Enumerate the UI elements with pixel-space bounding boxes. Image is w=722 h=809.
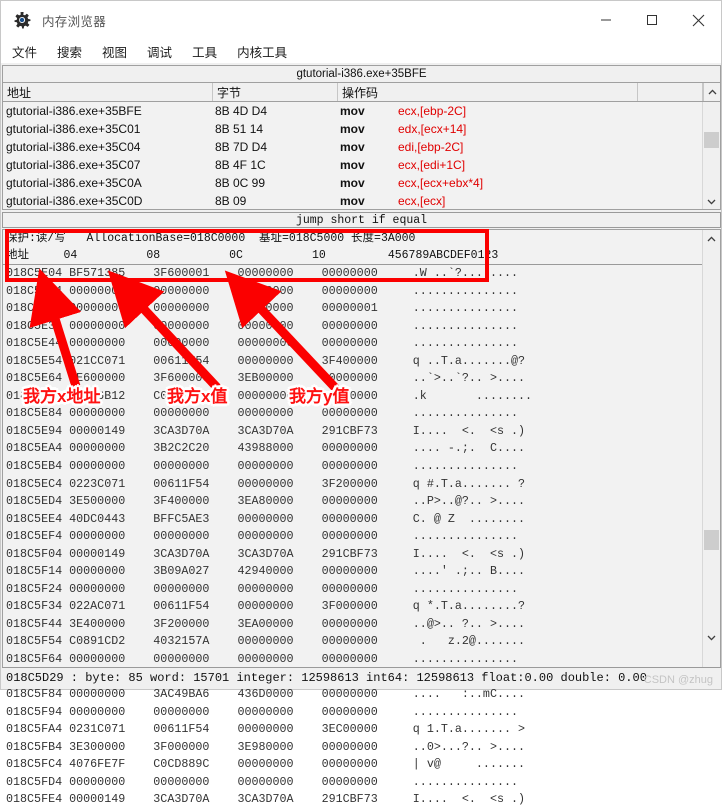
menu-item-search[interactable]: 搜索 — [57, 42, 82, 61]
memory-column-header: 地址 04 08 0C 10 456789ABCDEF0123 — [3, 247, 720, 265]
row-operands: ecx,[ebp-2C] — [398, 104, 467, 118]
memory-row[interactable]: 018C5ED4 3E500000 3F400000 3EA80000 0000… — [3, 493, 720, 511]
table-row[interactable]: gtutorial-i386.exe+35C07 8B 4F 1C mov ec… — [3, 156, 720, 174]
menu-item-tools[interactable]: 工具 — [192, 42, 217, 61]
memory-row[interactable]: 018C5F54 C0891CD2 4032157A 00000000 0000… — [3, 633, 720, 651]
memory-row[interactable]: 018C5E84 00000000 00000000 00000000 0000… — [3, 405, 720, 423]
row-operands: edx,[ecx+14] — [398, 122, 467, 136]
memory-row[interactable]: 018C5F04 00000149 3CA3D70A 3CA3D70A 291C… — [3, 546, 720, 564]
table-row[interactable]: gtutorial-i386.exe+35BFE 8B 4D D4 mov ec… — [3, 102, 720, 120]
row-address: gtutorial-i386.exe+35C04 — [6, 140, 141, 154]
row-bytes: 8B 4D D4 — [215, 104, 268, 118]
row-address: gtutorial-i386.exe+35C07 — [6, 158, 141, 172]
status-bar: 018C5D29 : byte: 85 word: 15701 integer:… — [2, 667, 721, 688]
row-operands: ecx,[ecx+ebx*4] — [398, 176, 484, 190]
window-title: 内存浏览器 — [42, 14, 107, 29]
memory-row[interactable]: 018C5FA4 0231C071 00611F54 00000000 3EC0… — [3, 721, 720, 739]
memory-row[interactable]: 018C5EE4 40DC0443 BFFC5AE3 00000000 0000… — [3, 511, 720, 529]
row-bytes: 8B 51 14 — [215, 122, 264, 136]
row-mnemonic: mov — [340, 176, 365, 190]
scroll-up-arrow-memory[interactable] — [703, 230, 720, 247]
memory-row[interactable]: 018C5F44 3E400000 3F200000 3EA00000 0000… — [3, 616, 720, 634]
scroll-down-arrow-memory[interactable] — [703, 629, 720, 646]
minimize-icon[interactable] — [583, 1, 629, 39]
title-bar: 内存浏览器 — [1, 1, 721, 39]
row-bytes: 8B 09 — [215, 194, 247, 208]
memory-pane: 保护:读/写 AllocationBase=018C0000 基址=018C50… — [2, 229, 721, 806]
memory-row[interactable]: 018C5EA4 00000000 3B2C2C20 43988000 0000… — [3, 440, 720, 458]
column-header-opcode[interactable]: 操作码 — [338, 83, 638, 101]
memory-row[interactable]: 018C5E04 BF571385 3F600001 00000000 0000… — [3, 265, 720, 283]
disassembler-address-bar[interactable]: gtutorial-i386.exe+35BFE — [2, 65, 721, 82]
scroll-up-arrow-disasm[interactable] — [703, 83, 720, 101]
disassembler-hint-bar: jump short if equal — [2, 212, 721, 228]
scroll-down-arrow-disasm[interactable] — [703, 193, 720, 209]
memory-row[interactable]: 018C5EF4 00000000 00000000 00000000 0000… — [3, 528, 720, 546]
menu-item-kernel-tools[interactable]: 内核工具 — [237, 42, 287, 61]
row-operands: ecx,[ecx] — [398, 194, 446, 208]
memory-row[interactable]: 018C5E64 3E600000 3F600000 3EB00000 0000… — [3, 370, 720, 388]
memory-row[interactable]: 018C5EC4 0223C071 00611F54 00000000 3F20… — [3, 476, 720, 494]
memory-row[interactable]: 018C5F94 00000000 00000000 00000000 0000… — [3, 704, 720, 722]
memory-row[interactable]: 018C5E74 C0C46B12 C0898896 00000000 0000… — [3, 388, 720, 406]
memory-row[interactable]: 018C5FE4 00000149 3CA3D70A 3CA3D70A 291C… — [3, 791, 720, 809]
scrollbar-thumb-disasm[interactable] — [704, 132, 719, 148]
table-row[interactable]: gtutorial-i386.exe+35C0A 8B 0C 99 mov ec… — [3, 174, 720, 192]
menu-item-view[interactable]: 视图 — [102, 42, 127, 61]
memory-scrollbar[interactable] — [702, 230, 720, 668]
row-bytes: 8B 0C 99 — [215, 176, 266, 190]
row-address: gtutorial-i386.exe+35C01 — [6, 122, 141, 136]
close-icon[interactable] — [675, 1, 721, 39]
row-operands: edi,[ebp-2C] — [398, 140, 464, 154]
memory-browser-window: 内存浏览器 文件 搜索 视图 调试 工具 内核工具 gtutorial-i386… — [0, 0, 722, 806]
row-address: gtutorial-i386.exe+35C0A — [6, 176, 142, 190]
row-address: gtutorial-i386.exe+35C0D — [6, 194, 143, 208]
maximize-icon[interactable] — [629, 1, 675, 39]
disassembler-column-headers: 地址 字节 操作码 — [2, 82, 721, 102]
watermark: CSDN @zhug — [643, 674, 713, 686]
memory-hex-rows[interactable]: 018C5E04 BF571385 3F600001 00000000 0000… — [3, 265, 720, 809]
memory-row[interactable]: 018C5FC4 4076FE7F C0CD889C 00000000 0000… — [3, 756, 720, 774]
column-header-bytes[interactable]: 字节 — [213, 83, 338, 101]
table-row[interactable]: gtutorial-i386.exe+35C04 8B 7D D4 mov ed… — [3, 138, 720, 156]
memory-row[interactable]: 018C5E54 021CC071 00611F54 00000000 3F40… — [3, 353, 720, 371]
row-mnemonic: mov — [340, 140, 365, 154]
memory-region-info: 保护:读/写 AllocationBase=018C0000 基址=018C50… — [6, 232, 416, 245]
row-operands: ecx,[edi+1C] — [398, 158, 466, 172]
window-controls — [583, 1, 721, 39]
memory-row[interactable]: 018C5E94 00000149 3CA3D70A 3CA3D70A 291C… — [3, 423, 720, 441]
memory-row[interactable]: 018C5F14 00000000 3B09A027 42940000 0000… — [3, 563, 720, 581]
memory-row[interactable]: 018C5F34 022AC071 00611F54 00000000 3F00… — [3, 598, 720, 616]
menu-bar: 文件 搜索 视图 调试 工具 内核工具 — [1, 39, 721, 63]
memory-row[interactable]: 018C5E34 00000000 00000000 00000000 0000… — [3, 318, 720, 336]
memory-row[interactable]: 018C5E44 00000000 00000000 00000000 0000… — [3, 335, 720, 353]
disassembler-rows: gtutorial-i386.exe+35BFE 8B 4D D4 mov ec… — [2, 102, 721, 210]
memory-row[interactable]: 018C5E14 00000000 00000000 00000000 0000… — [3, 283, 720, 301]
gear-icon — [11, 9, 33, 31]
table-row[interactable]: gtutorial-i386.exe+35C0D 8B 09 mov ecx,[… — [3, 192, 720, 209]
memory-row[interactable]: 018C5F24 00000000 00000000 00000000 0000… — [3, 581, 720, 599]
memory-row[interactable]: 018C5E24 00000000 00000000 00000000 0000… — [3, 300, 720, 318]
row-mnemonic: mov — [340, 122, 365, 136]
column-header-spacer — [638, 83, 703, 101]
table-row[interactable]: gtutorial-i386.exe+35C01 8B 51 14 mov ed… — [3, 120, 720, 138]
memory-row[interactable]: 018C5FB4 3E300000 3F000000 3E980000 0000… — [3, 739, 720, 757]
memory-row[interactable]: 018C5FD4 00000000 00000000 00000000 0000… — [3, 774, 720, 792]
scrollbar-thumb-memory[interactable] — [704, 530, 719, 550]
disassembler-pane: gtutorial-i386.exe+35BFE 地址 字节 操作码 gtuto… — [2, 65, 721, 227]
row-address: gtutorial-i386.exe+35BFE — [6, 104, 142, 118]
row-mnemonic: mov — [340, 104, 365, 118]
memory-row[interactable]: 018C5EB4 00000000 00000000 00000000 0000… — [3, 458, 720, 476]
row-bytes: 8B 7D D4 — [215, 140, 268, 154]
row-mnemonic: mov — [340, 194, 365, 208]
row-mnemonic: mov — [340, 158, 365, 172]
row-bytes: 8B 4F 1C — [215, 158, 266, 172]
column-header-address[interactable]: 地址 — [3, 83, 213, 101]
memory-row[interactable]: 018C5F64 00000000 00000000 00000000 0000… — [3, 651, 720, 669]
disassembler-scrollbar[interactable] — [702, 102, 720, 209]
menu-item-file[interactable]: 文件 — [12, 42, 37, 61]
menu-item-debug[interactable]: 调试 — [147, 42, 172, 61]
